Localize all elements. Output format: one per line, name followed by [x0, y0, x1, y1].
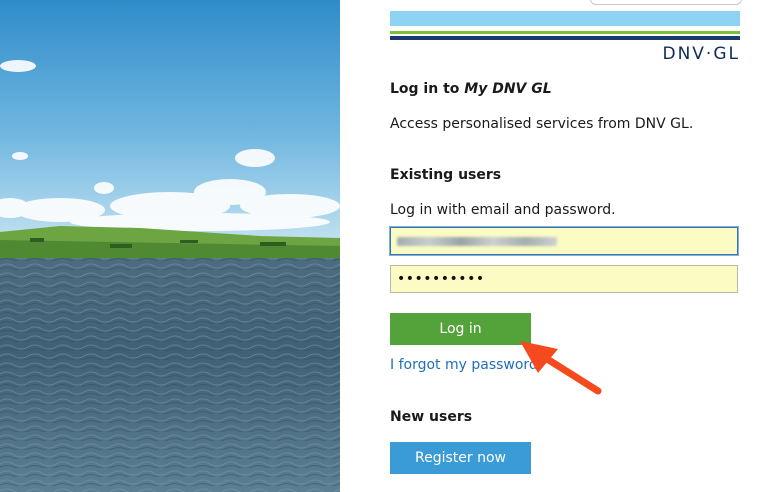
login-panel: DNV·GL Log in to My DNV GL Access person…	[390, 0, 742, 492]
register-button[interactable]: Register now	[390, 442, 531, 474]
header-band-green	[390, 31, 740, 34]
header-band-navy	[390, 36, 740, 40]
email-field[interactable]	[390, 227, 738, 255]
title-brand: My DNV GL	[464, 81, 552, 97]
title-prefix: Log in to	[390, 81, 465, 97]
dnv-gl-logo: DNV·GL	[662, 44, 740, 64]
login-button[interactable]: Log in	[390, 313, 531, 345]
existing-users-heading: Existing users	[390, 167, 502, 183]
password-mask: ••••••••••	[397, 271, 485, 287]
coastal-landscape-image	[0, 0, 340, 492]
password-field[interactable]: ••••••••••	[390, 265, 738, 293]
page-title: Log in to My DNV GL	[390, 81, 552, 97]
new-users-heading: New users	[390, 409, 473, 425]
page-subtitle: Access personalised services from DNV GL…	[390, 116, 694, 132]
login-hint: Log in with email and password.	[390, 202, 616, 218]
email-redacted-value	[397, 237, 557, 246]
top-search-field[interactable]	[590, 0, 742, 5]
header-band-light	[390, 11, 740, 26]
forgot-password-link[interactable]: I forgot my password	[390, 357, 538, 373]
